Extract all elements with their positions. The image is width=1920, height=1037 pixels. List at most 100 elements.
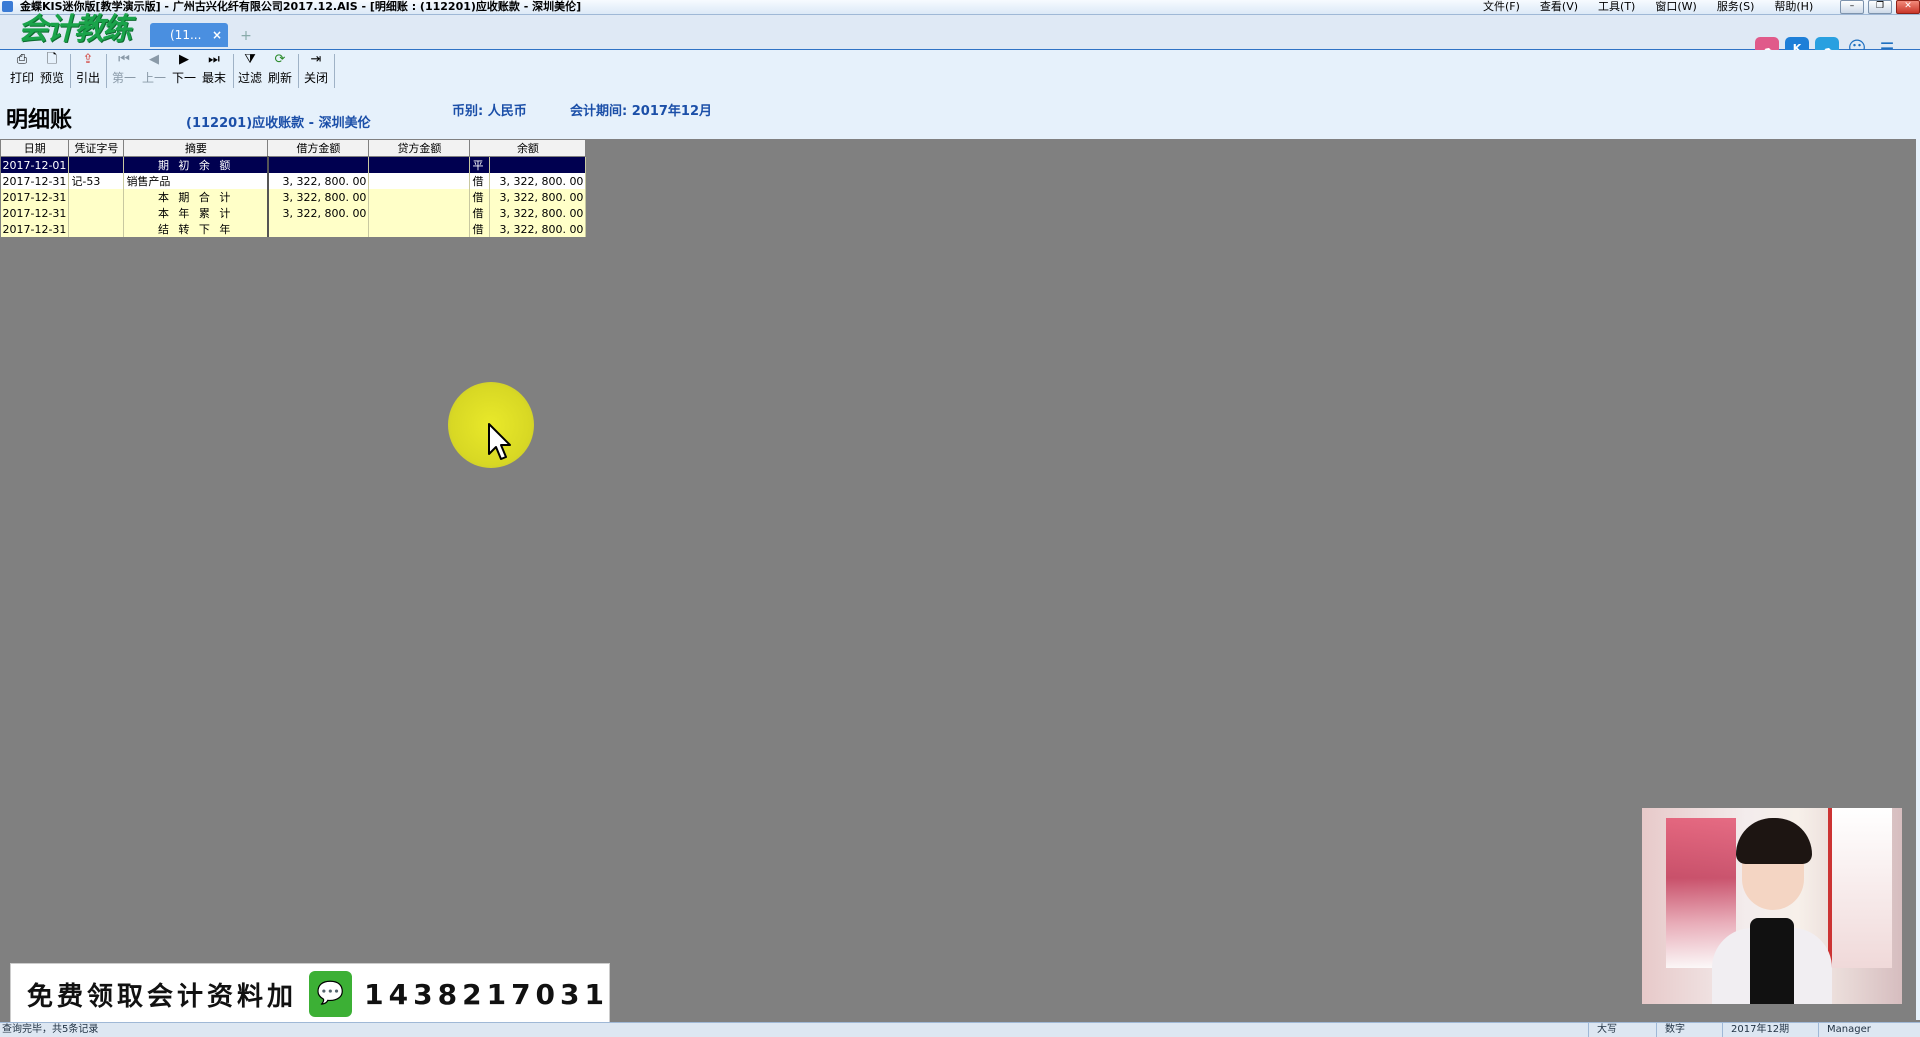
toolbar-divider xyxy=(233,54,234,88)
close-window-button[interactable]: ✕ xyxy=(1896,0,1920,14)
menu-help[interactable]: 帮助(H) xyxy=(1771,0,1816,14)
toolbar-divider xyxy=(106,54,107,88)
cell-credit xyxy=(368,173,471,189)
shelf-right xyxy=(1828,808,1892,968)
add-tab-icon[interactable]: + xyxy=(236,27,256,45)
cell-debit: 3, 322, 800. 00 xyxy=(267,205,370,221)
table-header-row: 日期 凭证字号 摘要 借方金额 贷方金额 余额 xyxy=(0,139,587,157)
menu-service[interactable]: 服务(S) xyxy=(1714,0,1758,14)
printer-icon: ⎙ xyxy=(16,52,28,67)
cell-date: 2017-12-01 xyxy=(0,156,70,173)
prev-button[interactable]: ◀ 上一 xyxy=(140,50,168,90)
report-header: 明细账 (112201)应收账款 - 深圳美伦 币别: 人民币 会计期间: 20… xyxy=(0,92,1920,139)
toolbar-divider xyxy=(298,54,299,88)
column-header-date[interactable]: 日期 xyxy=(0,139,70,157)
tab-ledger-label: (11... xyxy=(170,28,202,42)
report-title: 明细账 xyxy=(6,108,73,133)
promo-banner: 免费领取会计资料加 💬 1438217031 xyxy=(10,963,610,1025)
status-caps: 大写 xyxy=(1588,1023,1657,1037)
preview-icon: 🗋 xyxy=(46,52,58,67)
toolbar-divider xyxy=(334,54,335,88)
menu-tools[interactable]: 工具(T) xyxy=(1595,0,1638,14)
column-header-voucher[interactable]: 凭证字号 xyxy=(68,139,125,157)
ledger-table: 日期 凭证字号 摘要 借方金额 贷方金额 余额 2017-12-01 期 初 余… xyxy=(0,139,587,237)
table-row[interactable]: 2017-12-01 期 初 余 额 平 xyxy=(0,156,587,173)
period-label: 会计期间: 2017年12月 xyxy=(570,104,712,119)
table-row[interactable]: 2017-12-31 结 转 下 年 借 3, 322, 800. 00 xyxy=(0,221,587,237)
prev-icon: ◀ xyxy=(149,52,159,67)
cell-credit xyxy=(368,156,471,173)
table-row[interactable]: 2017-12-31 记-53 销售产品 3, 322, 800. 00 借 3… xyxy=(0,173,587,189)
frame-edge xyxy=(1916,50,1920,1020)
last-icon: ⏭ xyxy=(208,52,220,67)
next-icon: ▶ xyxy=(179,52,189,67)
menu-view[interactable]: 查看(V) xyxy=(1537,0,1581,14)
first-icon: ⏮ xyxy=(118,52,130,67)
last-button[interactable]: ⏭ 最末 xyxy=(200,50,228,90)
cell-voucher xyxy=(68,156,125,173)
table-row[interactable]: 2017-12-31 本 年 累 计 3, 322, 800. 00 借 3, … xyxy=(0,205,587,221)
cell-summary: 销售产品 xyxy=(123,173,269,189)
toolbar: ⎙ 打印 🗋 预览 ⇪ 引出 ⏮ 第一 ◀ 上一 ▶ 下一 ⏭ 最末 ⧩ 过滤 … xyxy=(0,50,1920,92)
account-name: (112201)应收账款 - 深圳美伦 xyxy=(186,116,371,131)
toolbar-divider xyxy=(70,54,71,88)
cell-summary: 结 转 下 年 xyxy=(123,221,269,237)
menu-file[interactable]: 文件(F) xyxy=(1480,0,1523,14)
cell-balance: 3, 322, 800. 00 xyxy=(489,205,587,221)
filter-button[interactable]: ⧩ 过滤 xyxy=(236,50,264,90)
cell-summary: 期 初 余 额 xyxy=(123,156,269,173)
cell-voucher xyxy=(68,189,125,205)
cell-direction: 借 xyxy=(469,205,491,221)
cell-direction: 平 xyxy=(469,156,491,173)
restore-button[interactable]: ❐ xyxy=(1868,0,1892,14)
title-bar: 金蝶KIS迷你版[教学演示版] - 广州古兴化纤有限公司2017.12.AIS … xyxy=(0,0,1920,15)
column-header-debit[interactable]: 借方金额 xyxy=(267,139,370,157)
cell-debit: 3, 322, 800. 00 xyxy=(267,173,370,189)
presenter-hair xyxy=(1736,818,1812,864)
cell-direction: 借 xyxy=(469,173,491,189)
column-header-balance[interactable]: 余额 xyxy=(469,139,587,157)
cell-direction: 借 xyxy=(469,221,491,237)
table-row[interactable]: 2017-12-31 本 期 合 计 3, 322, 800. 00 借 3, … xyxy=(0,189,587,205)
cell-credit xyxy=(368,205,471,221)
close-button[interactable]: ⇥ 关闭 xyxy=(302,50,330,90)
refresh-button[interactable]: ⟳ 刷新 xyxy=(266,50,294,90)
exit-icon: ⇥ xyxy=(310,52,322,67)
menu-window[interactable]: 窗口(W) xyxy=(1652,0,1699,14)
app-icon xyxy=(2,1,13,12)
cell-voucher xyxy=(68,221,125,237)
print-button[interactable]: ⎙ 打印 xyxy=(8,50,36,90)
first-button[interactable]: ⏮ 第一 xyxy=(110,50,138,90)
presenter-video xyxy=(1642,808,1902,1004)
cell-direction: 借 xyxy=(469,189,491,205)
export-icon: ⇪ xyxy=(82,52,94,67)
filter-icon: ⧩ xyxy=(244,52,256,67)
cell-voucher: 记-53 xyxy=(68,173,125,189)
status-bar: 查询完毕，共5条记录 大写 数字 2017年12期 Manager xyxy=(0,1022,1920,1037)
cell-balance xyxy=(489,156,587,173)
close-icon[interactable]: × xyxy=(212,23,222,47)
refresh-icon: ⟳ xyxy=(274,52,286,67)
column-header-credit[interactable]: 贷方金额 xyxy=(368,139,471,157)
tab-ledger[interactable]: (11... × xyxy=(150,23,228,47)
preview-button[interactable]: 🗋 预览 xyxy=(38,50,66,90)
presenter-top xyxy=(1750,918,1794,1004)
column-header-summary[interactable]: 摘要 xyxy=(123,139,269,157)
cell-balance: 3, 322, 800. 00 xyxy=(489,173,587,189)
currency-label: 币别: 人民币 xyxy=(452,104,527,119)
export-button[interactable]: ⇪ 引出 xyxy=(74,50,102,90)
cell-debit: 3, 322, 800. 00 xyxy=(267,189,370,205)
status-period: 2017年12期 xyxy=(1722,1023,1821,1037)
status-message: 查询完毕，共5条记录 xyxy=(2,1024,99,1035)
cell-credit xyxy=(368,189,471,205)
cell-balance: 3, 322, 800. 00 xyxy=(489,221,587,237)
cell-date: 2017-12-31 xyxy=(0,205,70,221)
status-num: 数字 xyxy=(1656,1023,1725,1037)
wechat-icon: 💬 xyxy=(309,971,353,1017)
minimize-button[interactable]: – xyxy=(1840,0,1864,14)
watermark-logo: 会计教练 xyxy=(18,12,132,47)
cell-date: 2017-12-31 xyxy=(0,173,70,189)
promo-text: 免费领取会计资料加 xyxy=(27,981,298,1012)
cell-debit xyxy=(267,156,370,173)
next-button[interactable]: ▶ 下一 xyxy=(170,50,198,90)
